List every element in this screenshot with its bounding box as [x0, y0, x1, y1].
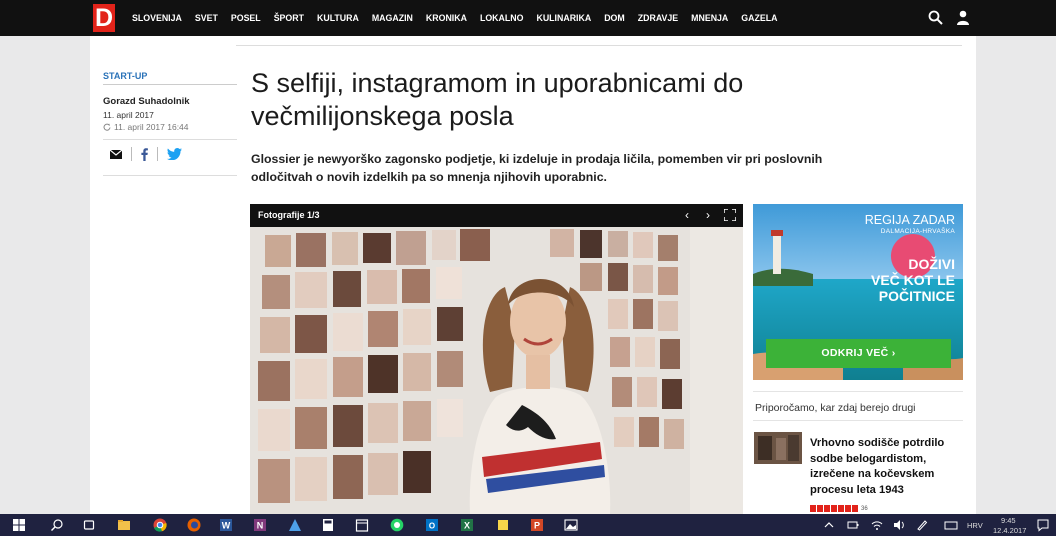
- task-view-icon[interactable]: [82, 518, 96, 532]
- rating-mark: [838, 505, 844, 512]
- rating-mark: [810, 505, 816, 512]
- updated-date-row: 11. april 2017 16:44: [103, 122, 189, 132]
- pen-icon[interactable]: [915, 518, 929, 532]
- firefox-icon[interactable]: [187, 518, 201, 532]
- clock-date[interactable]: 12.4.2017: [993, 526, 1026, 535]
- windows-start-icon[interactable]: [12, 518, 26, 532]
- section-label[interactable]: START-UP: [103, 71, 147, 81]
- share-separator: [157, 147, 158, 161]
- nav-menu: SLOVENIJA SVET POSEL ŠPORT KULTURA MAGAZ…: [132, 0, 790, 36]
- divider: [103, 139, 237, 140]
- rating-count: 36: [861, 505, 868, 512]
- site-logo[interactable]: D: [93, 4, 115, 32]
- volume-icon[interactable]: [892, 518, 906, 532]
- search-icon[interactable]: [928, 10, 943, 25]
- rating-mark: [845, 505, 851, 512]
- notifications-icon[interactable]: [1036, 518, 1050, 532]
- svg-text:O: O: [429, 522, 435, 531]
- nav-item-slovenija[interactable]: SLOVENIJA: [132, 13, 182, 23]
- divider: [236, 45, 962, 46]
- share-bar: [110, 147, 182, 161]
- mail-icon[interactable]: [110, 149, 122, 159]
- search-icon[interactable]: [50, 518, 64, 532]
- publish-date: 11. april 2017: [103, 110, 154, 120]
- photos-icon[interactable]: [564, 518, 578, 532]
- nav-item-posel[interactable]: POSEL: [231, 13, 261, 23]
- wifi-icon[interactable]: [870, 518, 884, 532]
- nav-item-kultura[interactable]: KULTURA: [317, 13, 359, 23]
- nav-item-magazin[interactable]: MAGAZIN: [372, 13, 413, 23]
- ad-slogan-line: DOŽIVI: [908, 256, 955, 272]
- author-name[interactable]: Gorazd Suhadolnik: [103, 96, 190, 107]
- nav-item-lokalno[interactable]: LOKALNO: [480, 13, 524, 23]
- battery-icon[interactable]: [846, 518, 860, 532]
- chrome-icon[interactable]: [153, 518, 167, 532]
- nav-item-kulinarika[interactable]: KULINARIKA: [536, 13, 591, 23]
- gallery-toolbar: Fotografije 1/3 ‹ ›: [250, 204, 743, 227]
- whatsapp-icon[interactable]: [390, 518, 404, 532]
- divider: [103, 175, 237, 176]
- svg-text:N: N: [257, 521, 264, 531]
- nav-item-zdravje[interactable]: ZDRAVJE: [638, 13, 678, 23]
- divider: [103, 84, 237, 85]
- recommended-thumbnail[interactable]: [754, 432, 802, 464]
- chevron-up-icon[interactable]: [822, 518, 836, 532]
- nav-item-dom[interactable]: DOM: [604, 13, 625, 23]
- article-headline: S selfiji, instagramom in uporabnicami d…: [251, 68, 744, 131]
- photo-gallery[interactable]: Fotografije 1/3 ‹ ›: [250, 204, 743, 514]
- nav-item-svet[interactable]: SVET: [195, 13, 218, 23]
- ad-brand: REGIJA ZADAR: [864, 213, 955, 227]
- rating-mark: [817, 505, 823, 512]
- rating-mark: [852, 505, 858, 512]
- gallery-counter: Fotografije 1/3: [258, 210, 320, 220]
- svg-text:P: P: [534, 521, 540, 531]
- updated-date: 11. april 2017 16:44: [114, 122, 189, 132]
- file-explorer-icon[interactable]: [117, 518, 131, 532]
- ad-slogan-line: POČITNICE: [878, 288, 955, 304]
- onenote-icon[interactable]: N: [253, 518, 267, 532]
- nav-item-gazela[interactable]: GAZELA: [741, 13, 777, 23]
- twitter-icon[interactable]: [167, 148, 182, 160]
- recommended-headline[interactable]: Vrhovno sodišče potrdilo sodbe belogardi…: [810, 436, 960, 498]
- recommended-title: Priporočamo, kar zdaj berejo drugi: [755, 402, 916, 414]
- ad-slogan: DOŽIVI VEČ KOT LE POČITNICE: [835, 256, 955, 304]
- divider: [753, 420, 963, 421]
- chevron-left-icon[interactable]: ‹: [680, 207, 694, 223]
- ad-slogan-line: VEČ KOT LE: [870, 272, 955, 288]
- rating-mark: [831, 505, 837, 512]
- article-lead: Glossier je newyorško zagonsko podjetje,…: [251, 152, 823, 184]
- nav-item-sport[interactable]: ŠPORT: [274, 13, 304, 23]
- rating-mark: [824, 505, 830, 512]
- language-indicator[interactable]: HRV: [967, 521, 983, 530]
- top-navigation: D SLOVENIJA SVET POSEL ŠPORT KULTURA MAG…: [0, 0, 1056, 36]
- svg-text:X: X: [464, 521, 470, 531]
- app-icon[interactable]: [288, 518, 302, 532]
- powerpoint-icon[interactable]: P: [530, 518, 544, 532]
- advertisement[interactable]: REGIJA ZADAR DALMACIJA-HRVAŠKA DOŽIVI VE…: [753, 204, 963, 380]
- ad-cta-button[interactable]: ODKRIJ VEČ ›: [766, 339, 951, 368]
- calendar-icon[interactable]: [355, 518, 369, 532]
- sticky-notes-icon[interactable]: [496, 518, 510, 532]
- taskbar: W N O X P HRV 9:45 12.4.2017: [0, 514, 1056, 536]
- rating-bar: 36: [810, 505, 868, 512]
- outlook-icon[interactable]: O: [425, 518, 439, 532]
- keyboard-icon[interactable]: [944, 518, 958, 532]
- nav-item-mnenja[interactable]: MNENJA: [691, 13, 728, 23]
- excel-icon[interactable]: X: [460, 518, 474, 532]
- chevron-right-icon[interactable]: ›: [701, 207, 715, 223]
- gallery-photo[interactable]: [250, 227, 743, 514]
- refresh-icon: [103, 123, 111, 131]
- nav-item-kronika[interactable]: KRONIKA: [426, 13, 467, 23]
- ad-brand-sub: DALMACIJA-HRVAŠKA: [880, 228, 955, 235]
- clock-time[interactable]: 9:45: [1001, 516, 1016, 525]
- word-icon[interactable]: W: [219, 518, 233, 532]
- divider: [753, 391, 963, 392]
- facebook-icon[interactable]: [141, 147, 148, 161]
- calculator-icon[interactable]: [321, 518, 335, 532]
- fullscreen-icon[interactable]: [724, 209, 736, 221]
- svg-text:W: W: [222, 521, 231, 531]
- user-icon[interactable]: [956, 10, 970, 25]
- share-separator: [131, 147, 132, 161]
